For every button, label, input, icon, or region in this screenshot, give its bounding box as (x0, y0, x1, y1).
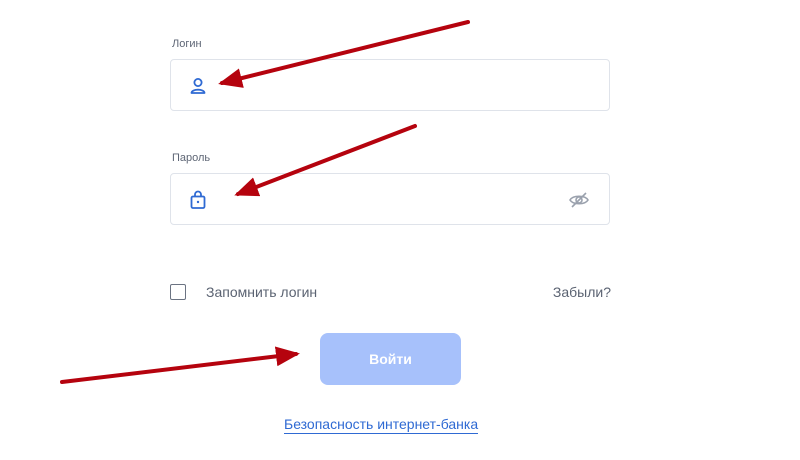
user-icon (188, 76, 208, 96)
login-input[interactable] (219, 60, 563, 112)
login-button[interactable]: Войти (320, 333, 461, 385)
password-label: Пароль (172, 152, 211, 164)
remember-login-checkbox[interactable] (170, 284, 186, 300)
forgot-link[interactable]: Забыли? (553, 284, 611, 300)
lock-icon (188, 190, 208, 210)
internet-bank-security-link[interactable]: Безопасность интернет-банка (284, 416, 479, 434)
annotation-arrow-button (60, 346, 300, 384)
remember-login-option[interactable]: Запомнить логин (170, 283, 317, 301)
password-field[interactable] (170, 173, 610, 226)
eye-hidden-icon[interactable] (568, 189, 590, 211)
login-field[interactable] (170, 59, 610, 112)
login-label: Логин (172, 38, 202, 50)
remember-login-label: Запомнить логин (206, 284, 318, 300)
password-input[interactable] (219, 174, 563, 226)
